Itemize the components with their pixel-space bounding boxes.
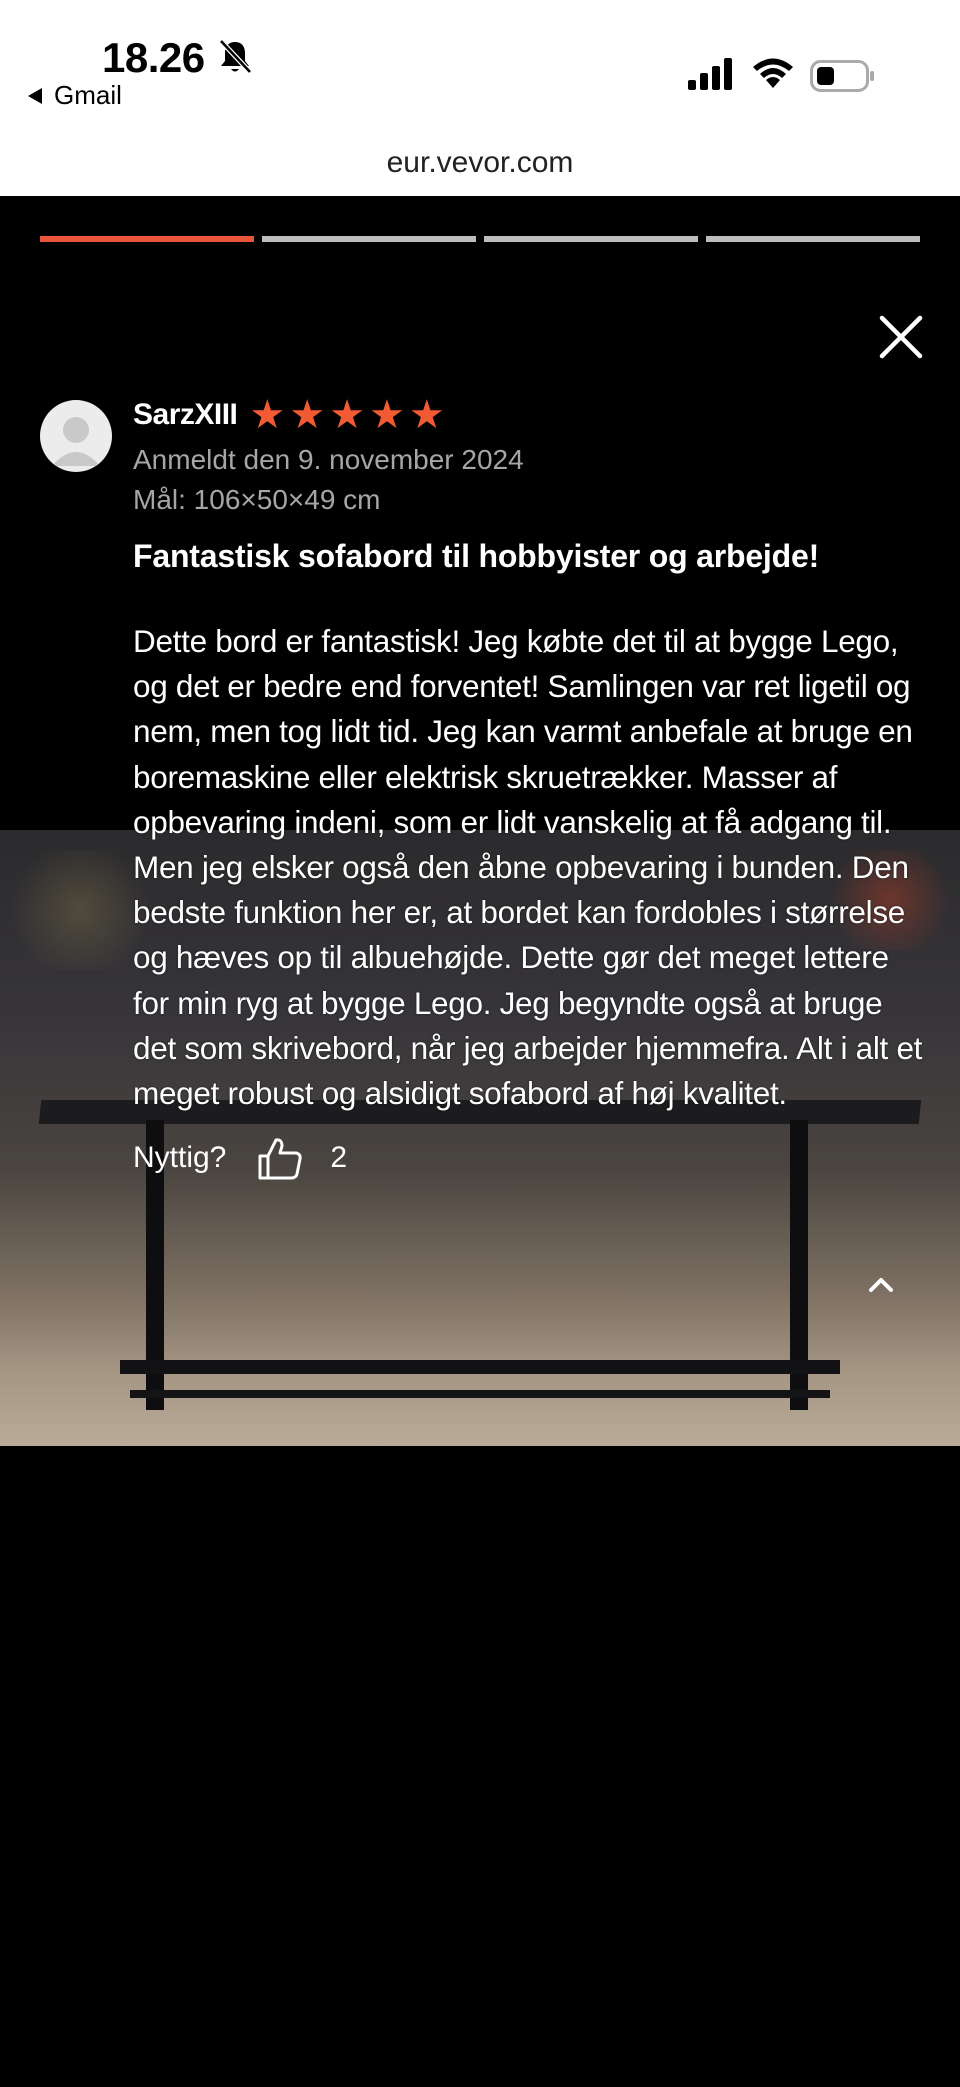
helpful-row: Nyttig? 2 [133,1134,923,1182]
review-body: Dette bord er fantastisk! Jeg købte det … [133,623,923,1112]
review-date: Anmeldt den 9. november 2024 [133,444,524,475]
star-icon: ★ [329,393,365,437]
chevron-up-icon[interactable] [866,1270,896,1300]
helpful-count: 2 [330,1141,348,1175]
review-media-viewer: SarzXIII ★ ★ ★ ★ ★ Anmeldt den 9. novemb… [0,196,960,2087]
review-card: SarzXIII ★ ★ ★ ★ ★ Anmeldt den 9. novemb… [133,393,923,1182]
battery-icon [810,60,874,92]
review-title: Fantastisk sofabord til hobbyister og ar… [133,538,820,574]
photo-table-shelf [120,1360,840,1374]
star-icon: ★ [289,393,326,437]
status-bar: 18.26 Gmail [0,0,960,110]
close-icon[interactable] [878,314,924,360]
bell-muted-icon [219,39,252,74]
star-icon: ★ [249,393,286,437]
review-size: Mål: 106×50×49 cm [133,484,381,515]
star-icon: ★ [368,393,405,437]
helpful-label: Nyttig? [133,1141,227,1175]
reviewer-name: SarzXIII [133,398,238,431]
status-time: 18.26 [102,34,205,81]
progress-segment-active [40,236,254,242]
progress-segment [484,236,698,242]
thumbs-up-icon[interactable] [256,1134,304,1182]
address-bar[interactable]: eur.vevor.com [0,110,960,196]
back-to-app-link[interactable]: Gmail [28,80,122,111]
back-app-label: Gmail [54,80,122,110]
back-arrow-icon [28,87,42,104]
wifi-icon [753,58,793,88]
cellular-signal-icon [688,58,732,90]
star-icon: ★ [408,393,445,437]
url-text: eur.vevor.com [386,146,574,179]
progress-segment [262,236,476,242]
photo-table-shelf [130,1390,830,1398]
avatar [40,400,112,472]
progress-segment [706,236,920,242]
review-header: SarzXIII ★ ★ ★ ★ ★ [133,393,923,437]
story-progress-bar [40,236,920,242]
user-icon [52,417,100,466]
star-rating: ★ ★ ★ ★ ★ [249,393,445,437]
